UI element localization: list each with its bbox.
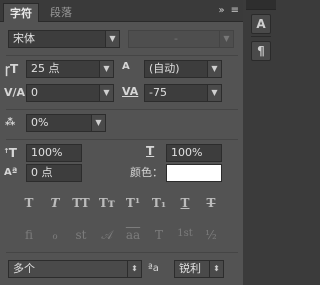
all-caps-button[interactable]: TT	[72, 196, 90, 210]
chevron-down-icon: ▼	[219, 31, 233, 47]
strikethrough-button[interactable]: T	[202, 196, 220, 210]
tracking-icon: VA	[122, 85, 139, 98]
panel-options: » ≡	[218, 4, 239, 18]
character-panel-button[interactable]: A	[251, 14, 271, 34]
tsume-icon: ⁂	[5, 117, 16, 128]
vertical-scale-value: 100%	[31, 146, 63, 159]
chevron-down-icon: ▼	[91, 115, 105, 131]
character-panel: 字符 段落 » ≡ 宋体 ▼ - ▼ ꞅT 25 点 ▼ A (自动) ▼ V/…	[0, 0, 243, 285]
baseline-shift-value: 0 点	[31, 166, 53, 179]
font-family-value: 宋体	[13, 32, 35, 45]
faux-bold-button[interactable]: T	[20, 196, 38, 210]
leading-value: (自动)	[149, 62, 180, 75]
horizontal-scale-value: 100%	[171, 146, 203, 159]
chevron-down-icon: ▼	[105, 31, 119, 47]
antialias-value: 锐利	[179, 262, 201, 275]
divider	[251, 36, 271, 37]
subscript-button[interactable]: T₁	[150, 196, 168, 210]
type-style-buttons: T T TT Tт T¹ T₁ T T	[20, 196, 220, 210]
chevron-down-icon: ▼	[99, 61, 113, 77]
vertical-scale-icon: ꜛT	[4, 146, 17, 160]
opentype-buttons: fi ℴ st 𝒜 aa T 1st ½	[20, 228, 220, 243]
baseline-shift-icon: Aª	[4, 167, 18, 178]
antialias-select[interactable]: 锐利 ⬍	[174, 260, 224, 278]
stylistic-alternates-button[interactable]: aa	[124, 228, 142, 243]
tsume-value: 0%	[31, 116, 49, 129]
paragraph-icon: ¶	[257, 44, 265, 58]
faux-italic-button[interactable]: T	[46, 196, 64, 210]
collapse-icon[interactable]: »	[218, 4, 224, 18]
font-size-icon: ꞅT	[5, 62, 19, 76]
dock-grip[interactable]	[246, 0, 276, 10]
panel-menu-icon[interactable]: ≡	[231, 4, 239, 18]
font-style-select[interactable]: - ▼	[128, 30, 234, 48]
panel-tab-bar: 字符 段落 » ≡	[0, 0, 243, 22]
kerning-icon: V/A	[4, 86, 26, 99]
tab-paragraph-label: 段落	[50, 6, 72, 19]
antialias-icon: ªa	[148, 263, 159, 274]
titling-alternates-button[interactable]: T	[150, 228, 168, 243]
chevron-down-icon: ▼	[207, 61, 221, 77]
language-value: 多个	[13, 262, 35, 275]
font-family-select[interactable]: 宋体 ▼	[8, 30, 120, 48]
tab-character[interactable]: 字符	[3, 3, 39, 22]
font-size-value: 25 点	[31, 62, 60, 75]
divider	[6, 252, 238, 253]
baseline-shift-input[interactable]: 0 点	[26, 164, 82, 182]
fractions-button[interactable]: ½	[202, 228, 220, 243]
divider	[6, 139, 238, 140]
vertical-scale-input[interactable]: 100%	[26, 144, 82, 162]
font-size-input[interactable]: 25 点 ▼	[26, 60, 114, 78]
superscript-button[interactable]: T¹	[124, 196, 142, 210]
color-swatch[interactable]	[166, 164, 222, 182]
contextual-alternates-button[interactable]: st	[72, 228, 90, 243]
small-caps-button[interactable]: Tт	[98, 196, 116, 210]
swash-button[interactable]: 𝒜	[98, 228, 116, 243]
kerning-input[interactable]: 0 ▼	[26, 84, 114, 102]
tracking-value: -75	[149, 86, 167, 99]
font-style-value: -	[174, 32, 178, 45]
horizontal-scale-icon: T	[146, 144, 155, 158]
paragraph-panel-button[interactable]: ¶	[251, 41, 271, 61]
chevron-down-icon: ▼	[207, 85, 221, 101]
leading-input[interactable]: (自动) ▼	[144, 60, 222, 78]
tab-character-label: 字符	[10, 7, 32, 20]
tab-paragraph[interactable]: 段落	[44, 3, 78, 22]
underline-button[interactable]: T	[176, 196, 194, 210]
leading-icon: A	[122, 61, 130, 72]
divider	[6, 55, 238, 56]
character-icon: A	[256, 17, 266, 31]
tsume-input[interactable]: 0% ▼	[26, 114, 106, 132]
ligatures-button[interactable]: fi	[20, 228, 38, 243]
ordinals-button[interactable]: 1st	[176, 228, 194, 243]
chevron-updown-icon: ⬍	[127, 261, 141, 277]
chevron-down-icon: ▼	[99, 85, 113, 101]
tracking-input[interactable]: -75 ▼	[144, 84, 222, 102]
divider	[6, 109, 238, 110]
discretionary-ligatures-button[interactable]: ℴ	[46, 228, 64, 243]
kerning-value: 0	[31, 86, 38, 99]
color-label: 颜色：	[130, 166, 163, 179]
horizontal-scale-input[interactable]: 100%	[166, 144, 222, 162]
panel-dock: A ¶	[246, 0, 276, 285]
chevron-updown-icon: ⬍	[209, 261, 223, 277]
language-select[interactable]: 多个 ⬍	[8, 260, 142, 278]
